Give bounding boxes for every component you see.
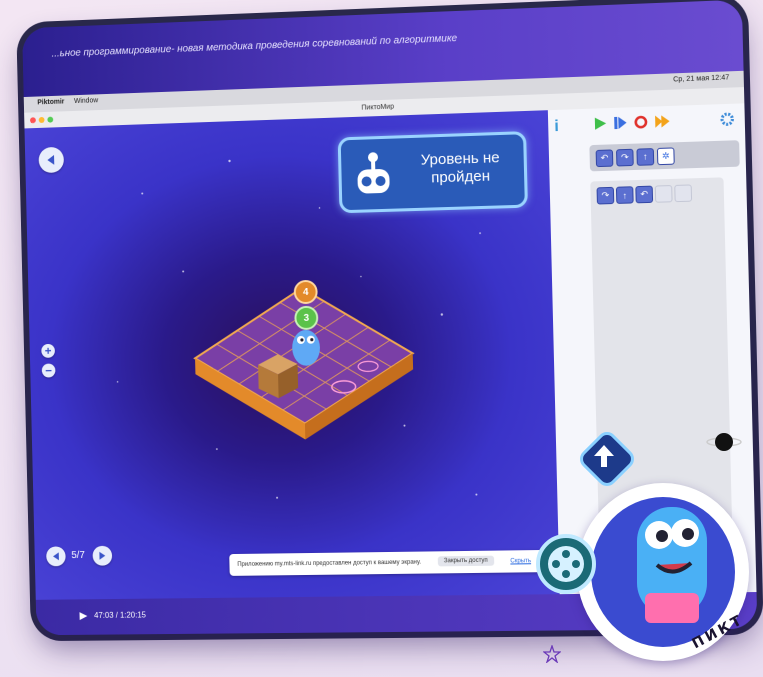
forward-icon[interactable]: ↑ xyxy=(615,186,634,204)
star-icon xyxy=(543,645,561,663)
close-window-icon[interactable] xyxy=(29,117,36,124)
film-reel-icon xyxy=(548,546,584,582)
forward-icon[interactable]: ↑ xyxy=(636,147,655,166)
share-message: Приложению my.mts-link.ru предоставлен д… xyxy=(237,559,422,568)
info-icon[interactable]: i xyxy=(554,118,559,136)
status-line-1: Уровень не xyxy=(420,149,500,169)
stop-icon[interactable] xyxy=(634,115,649,130)
menubar-window[interactable]: Window xyxy=(74,97,98,105)
robot-icon xyxy=(358,152,390,194)
menubar-clock: Ср, 21 мая 12:47 xyxy=(673,74,730,84)
mascot-robot-icon xyxy=(637,507,707,623)
menubar-app[interactable]: Piktomir xyxy=(37,98,64,106)
status-card: Уровень не пройден xyxy=(337,131,528,214)
turn-right-icon[interactable]: ↷ xyxy=(596,186,615,205)
fast-forward-icon[interactable] xyxy=(654,114,671,129)
video-play-icon[interactable] xyxy=(79,611,89,621)
screen-share-banner: Приложению my.mts-link.ru предоставлен д… xyxy=(229,549,548,576)
status-line-2: пройден xyxy=(430,167,491,187)
hide-banner-link[interactable]: Скрыть xyxy=(510,558,531,564)
film-reel-button xyxy=(536,534,596,594)
planet-icon xyxy=(706,433,742,451)
zoom-window-icon[interactable] xyxy=(47,116,54,123)
level-counter: 5/7 xyxy=(71,550,85,562)
light-icon[interactable]: ✲ xyxy=(656,146,675,165)
empty-slot[interactable] xyxy=(674,184,693,203)
game-area: Уровень не пройден 4 3 + − 5/7 Приложени… xyxy=(24,110,560,600)
program-row: ↷ ↑ ↶ xyxy=(596,184,693,205)
next-icon xyxy=(99,551,106,560)
next-level-button[interactable] xyxy=(92,545,113,566)
turn-left-icon[interactable]: ↶ xyxy=(635,185,654,204)
prev-level-button[interactable] xyxy=(46,546,66,567)
empty-slot[interactable] xyxy=(654,185,673,203)
back-arrow-icon xyxy=(47,154,55,166)
up-arrow-icon xyxy=(594,445,614,467)
zoom-out-icon: − xyxy=(45,363,53,378)
video-time: 47:03 / 1:20:15 xyxy=(94,610,147,620)
turn-right-icon[interactable]: ↷ xyxy=(615,148,634,166)
command-palette: ↶ ↷ ↑ ✲ xyxy=(589,140,740,172)
video-title: ...ьное программирование- новая методика… xyxy=(51,33,458,60)
prev-icon xyxy=(52,552,59,561)
play-icon[interactable] xyxy=(593,116,608,131)
window-title: ПиктоМир xyxy=(361,103,395,112)
run-controls xyxy=(593,114,671,131)
stop-sharing-button[interactable]: Закрыть доступ xyxy=(437,555,494,567)
turn-left-icon[interactable]: ↶ xyxy=(595,148,614,167)
zoom-in-icon: + xyxy=(44,343,52,358)
settings-icon[interactable] xyxy=(720,112,735,127)
step-icon[interactable] xyxy=(613,116,628,131)
minimize-window-icon[interactable] xyxy=(38,116,45,124)
